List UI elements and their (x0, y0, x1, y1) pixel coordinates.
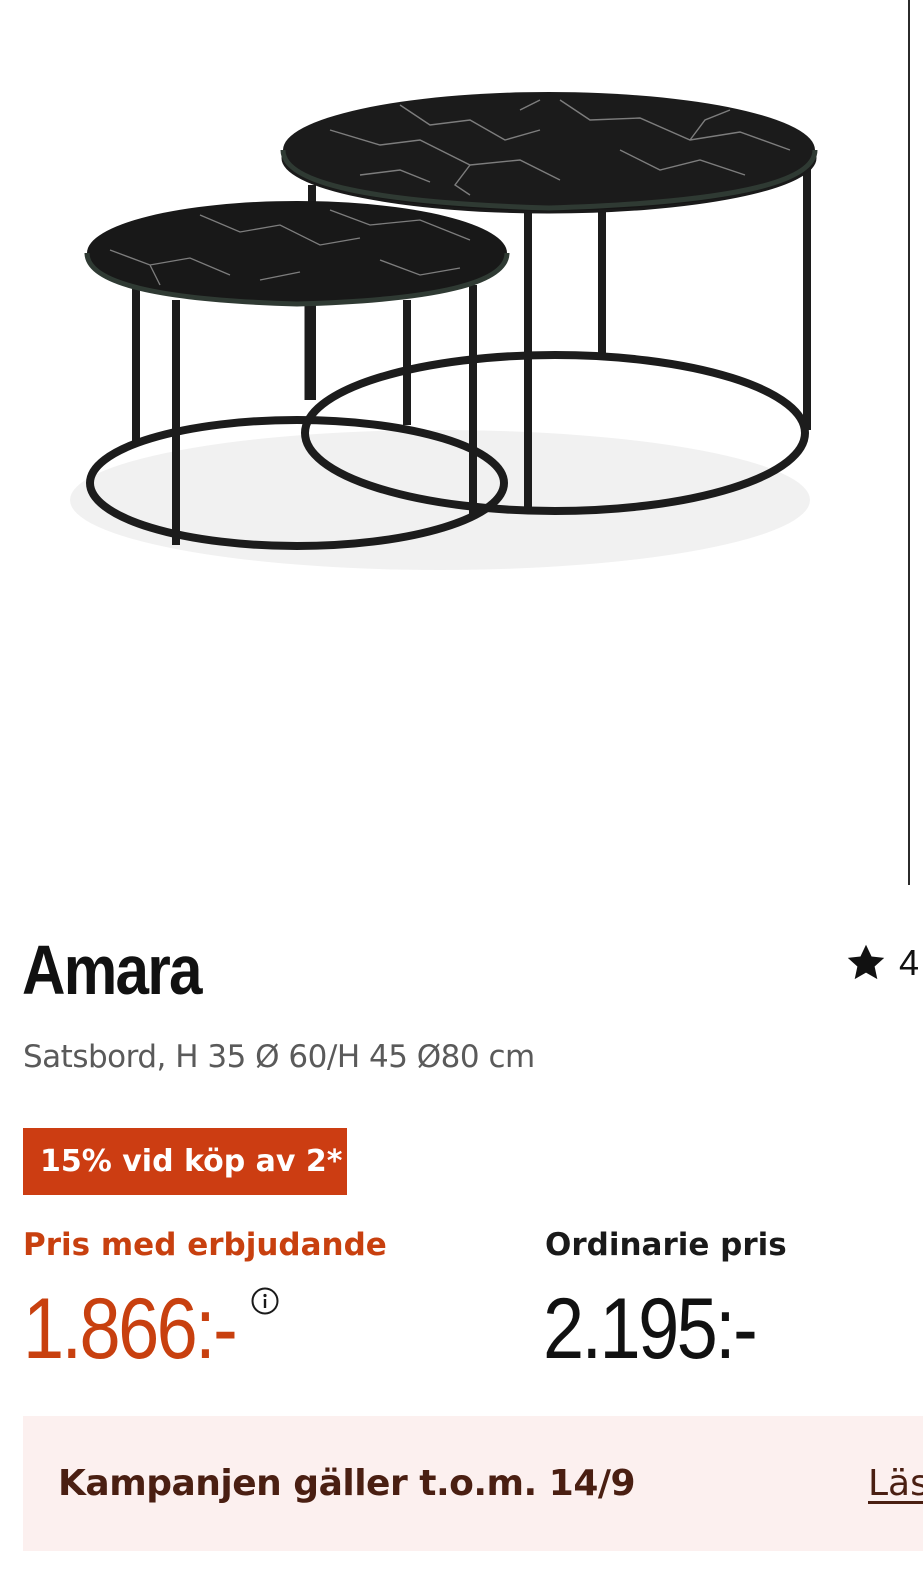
product-rating[interactable]: 4 (843, 940, 919, 986)
product-image[interactable] (0, 0, 910, 885)
product-description: Satsbord, H 35 Ø 60/H 45 Ø80 cm (23, 1039, 535, 1075)
promo-badge: 15% vid köp av 2* (23, 1128, 347, 1195)
image-edge (908, 0, 910, 885)
product-page: Amara 4 Satsbord, H 35 Ø 60/H 45 Ø80 cm … (0, 0, 923, 1591)
info-icon[interactable] (250, 1286, 280, 1316)
star-icon (847, 944, 885, 980)
regular-price-label: Ordinarie pris (545, 1227, 787, 1263)
regular-price: 2.195:- (543, 1281, 758, 1377)
offer-price-label: Pris med erbjudande (23, 1227, 387, 1263)
product-title: Amara (22, 931, 203, 1009)
campaign-banner: Kampanjen gäller t.o.m. 14/9 Läs mer (23, 1416, 923, 1551)
offer-price: 1.866:- (23, 1281, 238, 1377)
rating-value: 4 (899, 942, 920, 983)
campaign-text: Kampanjen gäller t.o.m. 14/9 (58, 1463, 636, 1504)
read-more-link[interactable]: Läs mer (868, 1460, 923, 1508)
